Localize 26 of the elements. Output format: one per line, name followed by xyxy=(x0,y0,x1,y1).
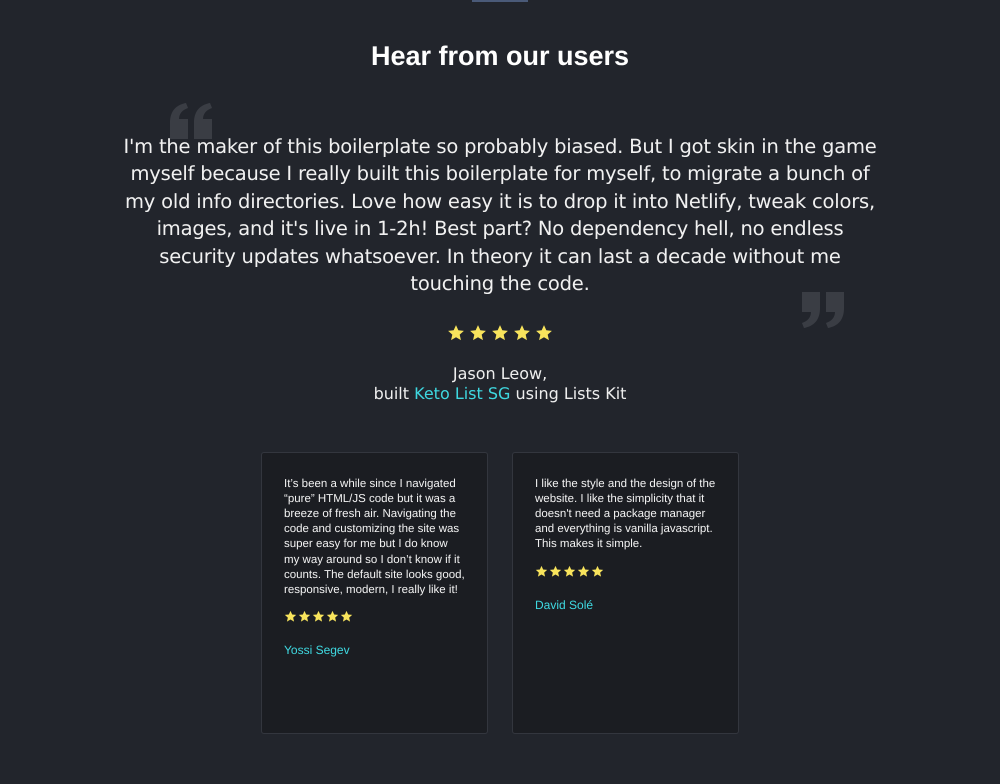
star-icon xyxy=(312,610,325,624)
section-title: Hear from our users xyxy=(370,40,630,73)
star-icon xyxy=(491,324,509,342)
star-icon xyxy=(563,564,576,578)
author-byline: built Keto List SG using Lists Kit xyxy=(374,384,626,404)
testimonial-author: David Solé xyxy=(535,596,594,614)
testimonial-text: I like the style and the design of the website. I like the simplicity that it doesn't need a package manager and everything is vanilla javascript. This makes it simple. xyxy=(535,476,716,552)
star-icon xyxy=(549,564,562,578)
star-icon xyxy=(284,610,297,624)
quote-icon xyxy=(170,102,214,138)
star-icon xyxy=(298,610,311,624)
star-icon xyxy=(535,324,553,342)
testimonial-text: It’s been a while since I navigated “pure” HTML/JS code but it was a breeze of fresh air. Navigating the code and customizing the site was super easy for me but I do know my way around so I don’t know if it counts. The default site looks good, responsive, modern, I really like it! xyxy=(284,476,465,598)
star-icon xyxy=(469,324,487,342)
star-icon xyxy=(340,610,353,624)
star-icon xyxy=(326,610,339,624)
star-icon xyxy=(577,564,590,578)
star-icon xyxy=(591,564,604,578)
featured-quote: I'm the maker of this boilerplate so probably biased. But I got skin in the game myself because I really built this boilerplate for myself, to migrate a bunch of my old info directories. Love how easy it is to drop it into Netlify, tweak colors, images, and it's live in 1-2h! Best part? No dependency hell, no endless security updates whatsoever. In theory it can last a decade without me touching the code. xyxy=(122,134,878,297)
testimonial-author: Yossi Segev xyxy=(284,642,351,660)
author-name: Jason Leow, xyxy=(452,364,548,384)
star-icon xyxy=(535,564,548,578)
star-icon xyxy=(447,324,465,342)
quote-icon xyxy=(800,292,844,328)
project-link[interactable]: Keto List SG xyxy=(414,384,510,402)
star-icon xyxy=(513,324,531,342)
